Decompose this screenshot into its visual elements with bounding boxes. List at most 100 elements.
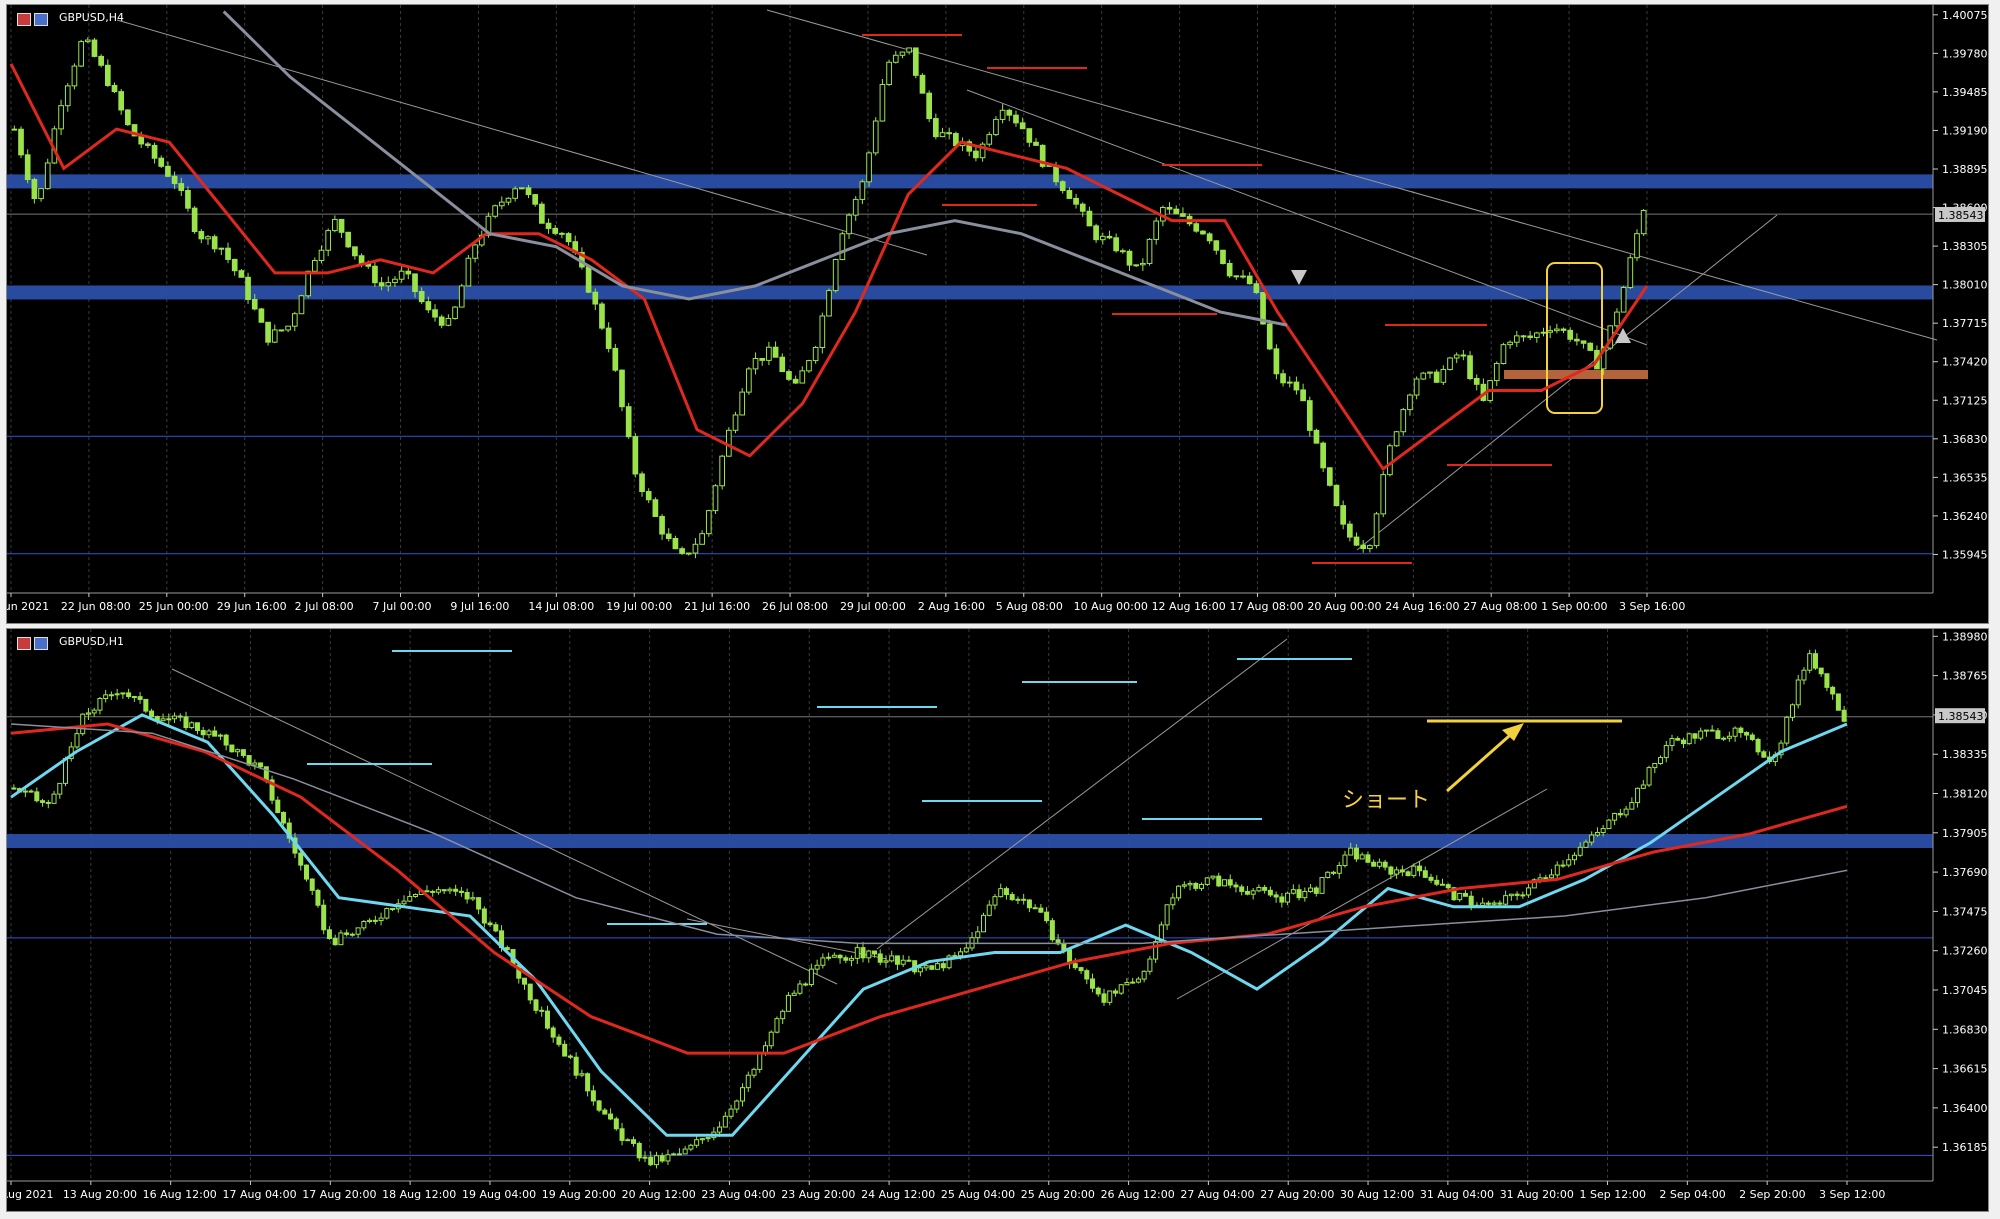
x-tick-label: 19 Aug 04:00 xyxy=(462,1188,536,1201)
candle-body xyxy=(929,965,935,970)
candle-body xyxy=(1206,233,1213,242)
candle-body xyxy=(435,889,441,893)
candle-body xyxy=(688,1144,694,1150)
candle-body xyxy=(165,165,171,177)
candle-body xyxy=(1485,902,1491,905)
candle-body xyxy=(235,749,241,753)
y-tick-label: 1.36615 xyxy=(1942,1063,1988,1076)
candle-body xyxy=(722,1115,728,1128)
candle-body xyxy=(338,218,345,233)
candle-body xyxy=(1371,861,1377,867)
candle-body xyxy=(1347,523,1353,538)
x-tick-label: 25 Aug 04:00 xyxy=(941,1188,1015,1201)
candle-body xyxy=(1514,893,1520,896)
candle-body xyxy=(1540,331,1547,334)
candle-body xyxy=(986,134,993,145)
x-tick-label: 17 Aug 04:00 xyxy=(222,1188,296,1201)
x-tick-label: 19 Aug 20:00 xyxy=(542,1188,616,1201)
candle-body xyxy=(349,933,355,936)
trendline xyxy=(1356,214,1778,551)
candle-body xyxy=(505,197,512,203)
x-tick-label: 31 Aug 20:00 xyxy=(1500,1188,1574,1201)
candle-body xyxy=(1571,854,1577,861)
candle-body xyxy=(1527,335,1533,338)
candle-body xyxy=(57,782,63,795)
candle-body xyxy=(1146,238,1153,264)
x-tick-label: 24 Aug 12:00 xyxy=(861,1188,935,1201)
candle-body xyxy=(1118,984,1124,994)
candle-body xyxy=(1173,208,1180,215)
candle-body xyxy=(1617,812,1623,816)
candle-body xyxy=(44,162,51,190)
candle-body xyxy=(940,963,946,969)
candle-body xyxy=(118,91,125,111)
candle-body xyxy=(602,1109,608,1115)
candle-body xyxy=(1698,730,1704,739)
y-tick-label: 1.39780 xyxy=(1942,47,1988,60)
candle-body xyxy=(1306,400,1313,431)
candle-body xyxy=(1473,378,1480,385)
candle-body xyxy=(1440,368,1447,383)
candle-body xyxy=(407,895,413,902)
candle-body xyxy=(933,118,939,138)
candle-body xyxy=(1394,869,1400,875)
candle-body xyxy=(1393,431,1400,447)
candle-body xyxy=(1166,206,1173,210)
candle-body xyxy=(1267,889,1273,896)
h1-chart-svg[interactable]: ショート1.389801.387651.385501.383351.381201… xyxy=(7,629,1988,1211)
candle-body xyxy=(315,889,321,906)
y-tick-label: 1.36185 xyxy=(1942,1141,1988,1154)
h1-chart-panel[interactable]: GBPUSD,H1 ショート1.389801.387651.385501.383… xyxy=(6,628,1989,1212)
candle-body xyxy=(385,282,392,287)
candle-body xyxy=(699,1138,705,1141)
candle-body xyxy=(625,1139,631,1142)
h4-chart-svg[interactable]: 1.400751.397801.394851.391901.388951.386… xyxy=(7,5,1988,623)
candle-body xyxy=(318,249,325,262)
candle-body xyxy=(1141,970,1147,980)
candle-body xyxy=(1293,381,1300,391)
x-tick-label: 21 Jul 16:00 xyxy=(684,600,750,613)
candle-body xyxy=(1086,210,1093,227)
candle-body xyxy=(792,378,799,384)
candle-body xyxy=(619,1128,625,1141)
candle-body xyxy=(1140,262,1146,266)
candle-body xyxy=(97,697,103,711)
candle-body xyxy=(231,258,238,272)
candle-body xyxy=(1543,877,1549,880)
candle-body xyxy=(1239,886,1245,892)
candle-body xyxy=(1715,730,1721,739)
candle-body xyxy=(839,233,846,261)
candle-body xyxy=(1273,348,1280,375)
candle-body xyxy=(309,878,315,891)
x-tick-label: 24 Aug 16:00 xyxy=(1385,600,1459,613)
candle-body xyxy=(899,51,906,56)
candle-body xyxy=(1841,709,1847,722)
candle-body xyxy=(45,801,51,804)
candle-body xyxy=(1333,484,1340,507)
candle-body xyxy=(562,1043,568,1057)
y-tick-label: 1.38010 xyxy=(1942,279,1988,292)
candle-body xyxy=(481,908,487,924)
candle-body xyxy=(321,904,327,931)
candle-body xyxy=(22,790,28,793)
candle-body xyxy=(567,1055,573,1058)
candle-body xyxy=(185,189,191,209)
candle-body xyxy=(831,954,837,958)
candle-body xyxy=(332,218,338,232)
candle-body xyxy=(739,391,746,416)
h4-chart-panel[interactable]: GBPUSD,H4 1.40075 1.39780 1.39485 1.39190 1.… xyxy=(6,4,1989,624)
y-tick-label: 1.38305 xyxy=(1942,240,1988,253)
candle-body xyxy=(533,999,539,1011)
candle-body xyxy=(158,157,165,167)
short-arrow-shaft xyxy=(1446,727,1518,793)
candle-body xyxy=(632,436,639,475)
candle-body xyxy=(1313,429,1320,444)
candle-body xyxy=(51,793,57,804)
candle-body xyxy=(963,947,969,953)
candle-body xyxy=(1319,877,1325,894)
candle-body xyxy=(424,890,430,893)
candle-body xyxy=(837,954,843,959)
candle-body xyxy=(498,201,505,207)
candle-body xyxy=(679,548,685,554)
candle-body xyxy=(1170,897,1176,906)
